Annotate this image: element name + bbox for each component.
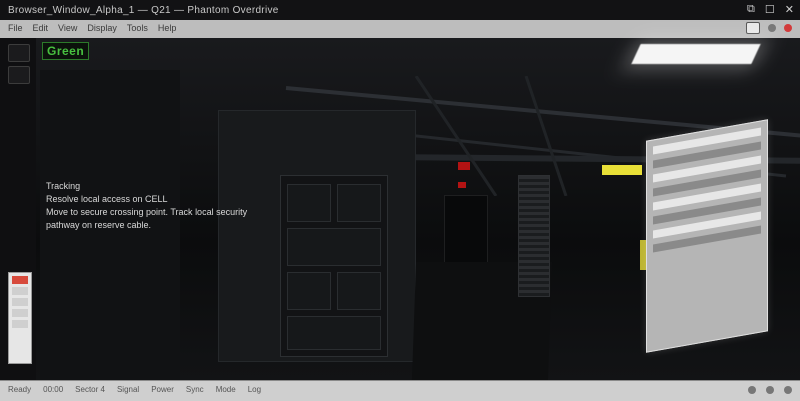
status-right <box>748 386 792 394</box>
objective-line: pathway on reserve cable. <box>46 220 152 230</box>
menu-display[interactable]: Display <box>87 23 117 33</box>
menu-file[interactable]: File <box>8 23 23 33</box>
objective-line: Move to secure crossing point. Track loc… <box>46 207 248 217</box>
status-bar: Ready 00:00 Sector 4 Signal Power Sync M… <box>0 380 800 401</box>
panel-row[interactable] <box>12 309 28 317</box>
status-ready: Ready <box>8 385 32 394</box>
status-signal: Signal <box>116 385 140 394</box>
exit-sign-small <box>458 182 466 188</box>
maximize-icon[interactable]: ☐ <box>765 3 775 16</box>
panel-row[interactable] <box>12 320 28 328</box>
topbar-status <box>746 22 792 34</box>
minimize-icon[interactable]: ⧉ <box>747 3 755 16</box>
status-power: Power <box>151 385 174 394</box>
status-mode: Mode <box>215 385 236 394</box>
status-indicator-icon <box>748 386 756 394</box>
status-time: 00:00 <box>43 385 64 394</box>
status-log: Log <box>247 385 262 394</box>
window-controls: ⧉ ☐ ✕ <box>747 3 794 16</box>
window-blinds <box>518 175 550 297</box>
status-sync: Sync <box>185 385 204 394</box>
objective-text: Tracking Resolve local access on CELL Mo… <box>46 180 247 232</box>
panel-row[interactable] <box>12 287 28 295</box>
corridor-door <box>444 195 488 267</box>
status-indicator-icon <box>784 386 792 394</box>
menu-bar: File Edit View Display Tools Help <box>0 20 800 39</box>
alert-dot <box>784 24 792 32</box>
status-indicator-icon <box>766 386 774 394</box>
menu-button[interactable] <box>8 44 30 62</box>
terminal-screen[interactable] <box>646 119 768 353</box>
hud-logo: Green <box>42 42 90 60</box>
status-sector: Sector 4 <box>75 385 105 394</box>
status-dot <box>768 24 776 32</box>
window-toggle-button[interactable] <box>746 22 760 34</box>
menu-tools[interactable]: Tools <box>127 23 148 33</box>
exit-sign <box>458 162 470 170</box>
menu-tabs: File Edit View Display Tools Help <box>8 23 176 33</box>
close-icon[interactable]: ✕ <box>785 3 794 16</box>
panel-alert-row[interactable] <box>12 276 28 284</box>
menu-edit[interactable]: Edit <box>33 23 49 33</box>
panel-row[interactable] <box>12 298 28 306</box>
ceiling-light <box>631 44 761 64</box>
menu-view[interactable]: View <box>58 23 77 33</box>
objective-line: Resolve local access on CELL <box>46 194 168 204</box>
map-button[interactable] <box>8 66 30 84</box>
wall-cabinet <box>280 175 388 357</box>
window-title: Browser_Window_Alpha_1 — Q21 — Phantom O… <box>8 4 279 16</box>
objective-line: Tracking <box>46 181 81 191</box>
window-titlebar: Browser_Window_Alpha_1 — Q21 — Phantom O… <box>0 0 800 21</box>
menu-help[interactable]: Help <box>158 23 177 33</box>
status-items: Ready 00:00 Sector 4 Signal Power Sync M… <box>8 385 261 394</box>
hazard-strip <box>602 165 642 175</box>
side-panel <box>8 272 32 364</box>
